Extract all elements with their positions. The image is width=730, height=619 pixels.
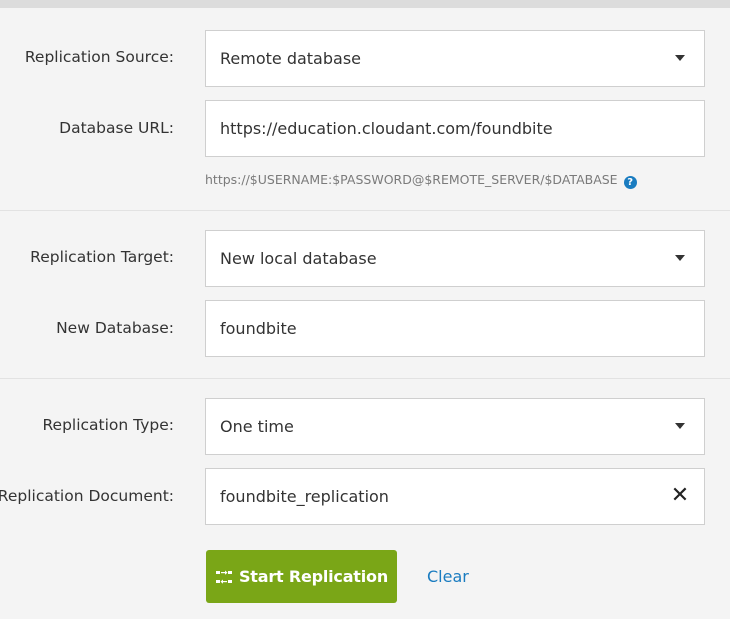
- new-database-label: New Database:: [56, 319, 174, 337]
- replication-document-input[interactable]: foundbite_replication ✕: [205, 468, 705, 525]
- close-icon[interactable]: ✕: [670, 485, 690, 507]
- replication-target-value: New local database: [220, 249, 377, 268]
- replication-target-select[interactable]: New local database: [205, 230, 705, 287]
- new-database-value: foundbite: [220, 319, 297, 338]
- database-url-hint: https://$USERNAME:$PASSWORD@$REMOTE_SERV…: [205, 172, 637, 189]
- replication-type-value: One time: [220, 417, 294, 436]
- database-url-hint-text: https://$USERNAME:$PASSWORD@$REMOTE_SERV…: [205, 172, 618, 187]
- section-divider: [0, 210, 730, 211]
- help-icon[interactable]: ?: [623, 176, 637, 189]
- replication-target-label: Replication Target:: [30, 248, 174, 266]
- section-divider: [0, 378, 730, 379]
- replication-source-value: Remote database: [220, 49, 361, 68]
- start-replication-label: Start Replication: [238, 567, 389, 586]
- chevron-down-icon: [675, 255, 685, 261]
- chevron-down-icon: [675, 423, 685, 429]
- chevron-down-icon: [675, 55, 685, 61]
- replication-type-label: Replication Type:: [42, 416, 174, 434]
- replication-document-value: foundbite_replication: [220, 487, 389, 506]
- top-bar: [0, 0, 730, 8]
- replication-source-select[interactable]: Remote database: [205, 30, 705, 87]
- replication-source-label: Replication Source:: [24, 48, 174, 66]
- database-url-input[interactable]: https://education.cloudant.com/foundbite: [205, 100, 705, 157]
- replication-icon: [215, 570, 232, 584]
- start-replication-button[interactable]: Start Replication: [206, 550, 397, 603]
- clear-link[interactable]: Clear: [427, 567, 469, 587]
- new-database-input[interactable]: foundbite: [205, 300, 705, 357]
- database-url-value: https://education.cloudant.com/foundbite: [220, 119, 553, 138]
- replication-type-select[interactable]: One time: [205, 398, 705, 455]
- replication-document-label: Replication Document:: [0, 487, 174, 505]
- database-url-label: Database URL:: [59, 119, 174, 137]
